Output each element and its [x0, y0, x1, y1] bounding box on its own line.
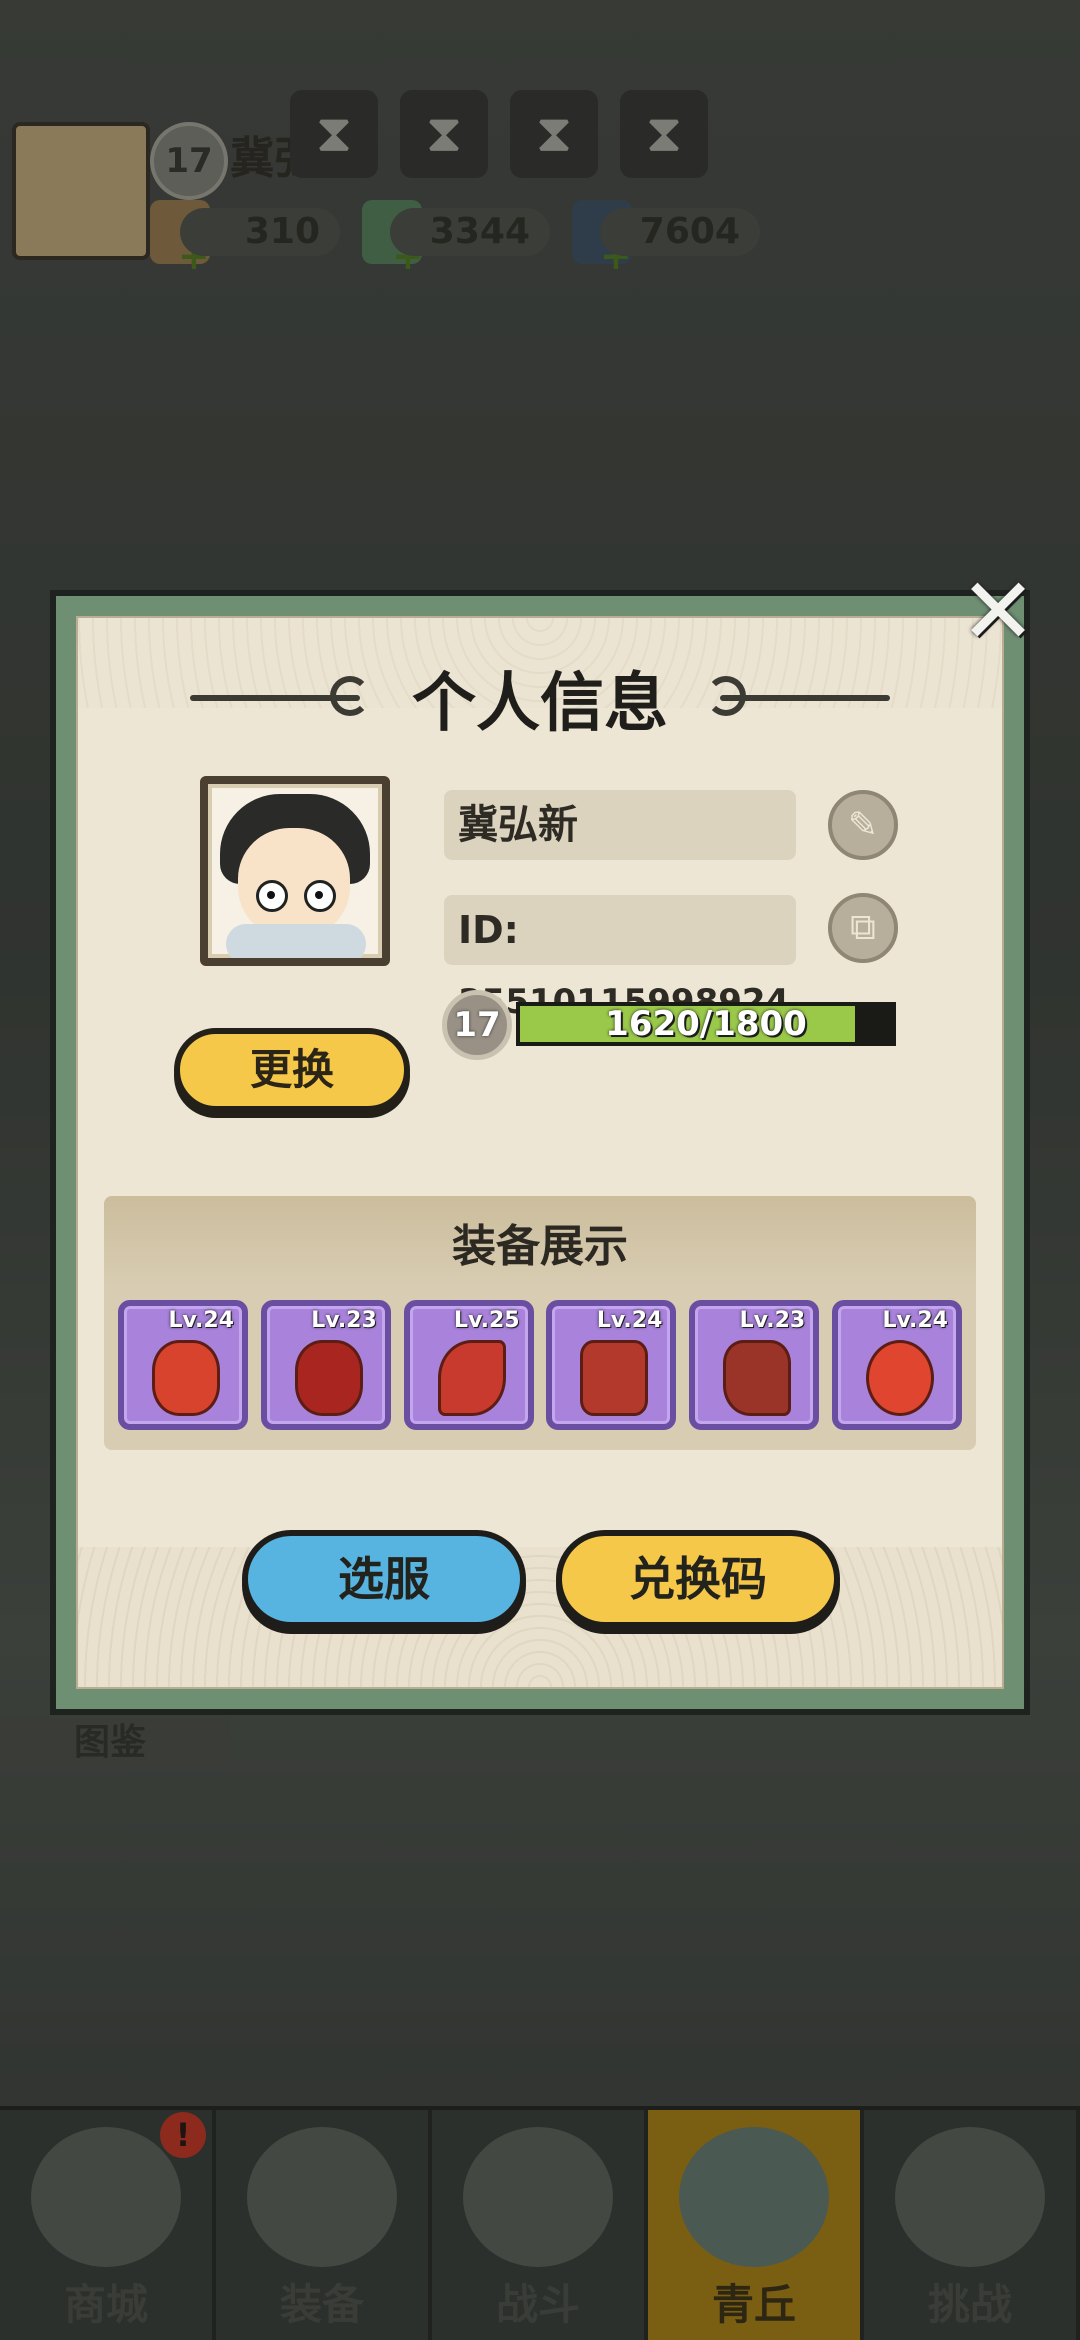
player-name-field: 冀弘新: [444, 790, 796, 860]
equipment-level: Lv.24: [882, 1308, 948, 1333]
profile-dialog: [50, 590, 1030, 1715]
helmet-icon: [247, 2127, 397, 2267]
equipment-row: Lv.24 Lv.23 Lv.25 Lv.24 Lv.23 Lv.24: [118, 1300, 962, 1430]
crossed-swords-icon: [463, 2127, 613, 2267]
experience-text: 1620/1800: [605, 1004, 807, 1044]
equipment-slot[interactable]: Lv.24: [546, 1300, 677, 1430]
player-level-badge: 17: [150, 122, 228, 200]
equipment-slot[interactable]: Lv.24: [118, 1300, 248, 1430]
equipment-level: Lv.25: [454, 1308, 520, 1333]
nav-equipment[interactable]: 装备: [216, 2110, 432, 2340]
nav-challenge[interactable]: 挑战: [864, 2110, 1080, 2340]
portrait-scarf: [226, 924, 366, 958]
change-avatar-button[interactable]: 更换: [174, 1028, 410, 1112]
level-badge: 17: [442, 990, 512, 1060]
player-id-field: ID: 35510115998924: [444, 895, 796, 1022]
nav-shop[interactable]: 商城 !: [0, 2110, 216, 2340]
portrait-eye-right: [304, 880, 336, 912]
player-avatar[interactable]: [12, 122, 150, 260]
bottom-nav: 商城 ! 装备 战斗 青丘 挑战: [0, 2106, 1080, 2340]
nav-battle[interactable]: 战斗: [432, 2110, 648, 2340]
dialog-title: 个人信息: [412, 667, 668, 741]
nav-label: 装备: [279, 2280, 364, 2329]
resource-scroll-value: 310: [180, 208, 340, 256]
hourglass-icon[interactable]: ⧗: [290, 90, 378, 178]
flame-blade-icon: [437, 1340, 506, 1416]
atlas-button[interactable]: 图鉴: [0, 1718, 230, 1768]
demon-helmet-icon: [294, 1340, 363, 1416]
portrait-face: [238, 828, 350, 938]
armor-chest-icon: [580, 1340, 649, 1416]
shop-icon: [31, 2127, 181, 2267]
mountain-icon: [679, 2127, 829, 2267]
equipment-title: 装备展示: [452, 1221, 628, 1272]
equipment-level: Lv.24: [168, 1308, 234, 1333]
nav-label: 商城: [63, 2280, 148, 2329]
equipment-level: Lv.23: [739, 1308, 806, 1333]
nav-label: 战斗: [495, 2280, 580, 2329]
nav-label: 挑战: [927, 2280, 1012, 2329]
challenge-icon: [895, 2127, 1045, 2267]
select-server-button[interactable]: 选服: [242, 1530, 526, 1628]
close-icon[interactable]: ✕: [958, 566, 1038, 658]
equipment-slot[interactable]: Lv.25: [403, 1300, 534, 1430]
experience-bar: 1620/1800: [516, 1002, 896, 1046]
nav-qingqiu[interactable]: 青丘: [648, 2110, 864, 2340]
wave-pattern-bottom: [78, 1547, 1002, 1687]
hourglass-icon[interactable]: ⧗: [620, 90, 708, 178]
copy-id-icon[interactable]: ⧉: [828, 893, 898, 963]
brush-edit-icon[interactable]: ✎: [828, 790, 898, 860]
equipment-level: Lv.24: [596, 1308, 663, 1333]
resource-jade-value: 3344: [390, 208, 550, 256]
nav-label: 青丘: [711, 2280, 796, 2329]
redeem-code-button[interactable]: 兑换码: [556, 1530, 840, 1628]
hourglass-icon[interactable]: ⧗: [510, 90, 598, 178]
equipment-slot[interactable]: Lv.23: [689, 1300, 820, 1430]
portrait-eye-left: [256, 880, 288, 912]
equipment-slot[interactable]: Lv.24: [831, 1300, 962, 1430]
resource-crystal-value: 7604: [600, 208, 760, 256]
equipment-slot[interactable]: Lv.23: [260, 1300, 391, 1430]
boots-icon: [723, 1340, 792, 1416]
flame-ornament-icon: [152, 1340, 220, 1416]
lotus-orb-icon: [865, 1340, 934, 1416]
notification-badge: !: [160, 2112, 206, 2158]
id-label: ID:: [458, 908, 519, 952]
profile-portrait: [200, 776, 390, 966]
hourglass-icon[interactable]: ⧗: [400, 90, 488, 178]
equipment-level: Lv.23: [311, 1308, 377, 1333]
